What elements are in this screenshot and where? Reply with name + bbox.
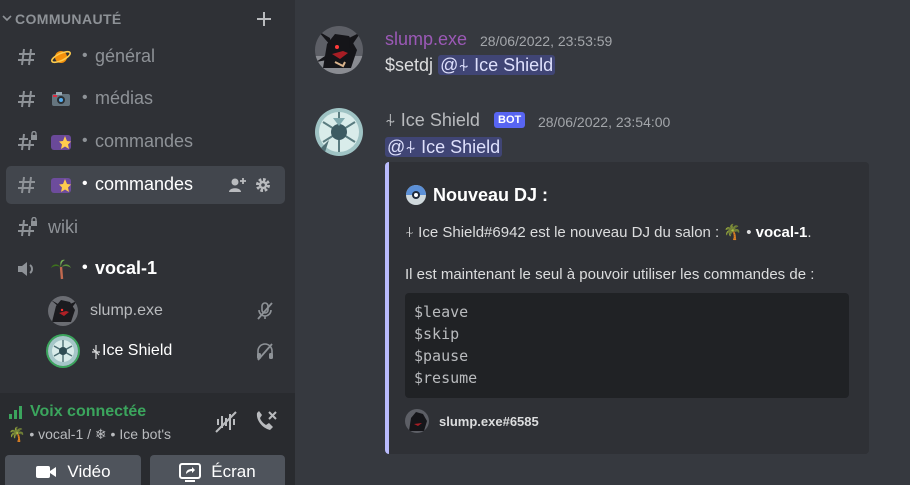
disconnect-icon[interactable]	[252, 409, 278, 435]
gear-icon[interactable]	[254, 176, 272, 194]
screen-label: Écran	[211, 462, 256, 481]
channel-label: commandes	[95, 174, 194, 194]
code-line: $resume	[414, 369, 478, 387]
voice-channel-path: 🌴 • vocal-1 / ❄ • Ice bot's	[8, 426, 172, 442]
avatar[interactable]	[315, 108, 363, 156]
speaker-icon	[18, 262, 33, 276]
category-title: COMMUNAUTÉ	[15, 11, 122, 27]
avatar	[405, 409, 429, 433]
hash-icon	[18, 176, 35, 194]
invite-member-icon[interactable]	[228, 176, 246, 194]
shooting-star-icon	[51, 178, 71, 193]
voice-channel-vocal-1[interactable]: • vocal-1	[6, 250, 285, 288]
screen-share-button[interactable]: Écran	[150, 455, 285, 485]
message-author[interactable]: slump.exe	[385, 29, 467, 50]
message-author[interactable]: ⍭ Ice Shield	[385, 110, 480, 131]
chevron-down-icon	[2, 15, 12, 22]
channel-label: commandes	[95, 131, 194, 151]
command-text: $setdj	[385, 55, 434, 75]
embed-title: Nouveau DJ :	[405, 184, 548, 206]
channel-label: médias	[95, 88, 154, 108]
embed-text: .	[807, 224, 812, 241]
planet-icon	[51, 50, 71, 64]
channel-separator: •	[82, 259, 88, 276]
message-content: @⍭ Ice Shield	[385, 137, 503, 158]
embed-text: ⍭ Ice Shield#6942 est le nouveau DJ du s…	[405, 224, 756, 241]
palm-tree-icon	[51, 259, 71, 280]
channel-separator: •	[82, 89, 88, 106]
channel-label: wiki	[48, 217, 78, 237]
message-content: $setdj @⍭ Ice Shield	[385, 55, 556, 76]
voice-connection-panel: Voix connectée 🌴 • vocal-1 / ❄ • Ice bot…	[0, 393, 295, 485]
message-timestamp: 28/06/2022, 23:53:59	[480, 33, 613, 49]
user-mention[interactable]: @⍭ Ice Shield	[385, 137, 503, 157]
screen-share-icon	[179, 463, 202, 482]
voice-user-name: Ice Shield	[102, 342, 173, 359]
code-line: $skip	[414, 325, 460, 343]
code-line: $leave	[414, 303, 469, 321]
video-button[interactable]: Vidéo	[5, 455, 141, 485]
channel-general[interactable]: • général	[6, 38, 285, 76]
code-block: $leave $skip $pause $resume	[405, 293, 849, 398]
channel-separator: •	[82, 132, 88, 149]
embed-title-text: Nouveau DJ :	[433, 184, 549, 205]
channel-separator: •	[82, 175, 88, 192]
channel-separator: •	[82, 47, 88, 64]
avatar	[48, 296, 78, 326]
bot-glyph-icon	[92, 345, 100, 359]
channel-commandes-private[interactable]: • commandes	[6, 123, 285, 161]
message-timestamp: 28/06/2022, 23:54:00	[538, 114, 671, 130]
message-embed: Nouveau DJ : ⍭ Ice Shield#6942 est le no…	[385, 162, 869, 454]
avatar[interactable]	[315, 26, 363, 74]
embed-footer: slump.exe#6585	[405, 409, 539, 433]
hash-icon	[18, 48, 35, 66]
channel-label: vocal-1	[95, 258, 158, 278]
shooting-star-icon	[51, 135, 71, 150]
channel-wiki[interactable]: wiki	[6, 209, 285, 247]
noise-suppression-icon[interactable]	[213, 409, 239, 435]
chat-area: slump.exe 28/06/2022, 23:53:59 $setdj @⍭…	[295, 0, 910, 485]
channel-medias[interactable]: • médias	[6, 80, 285, 118]
headphones-muted-icon	[257, 343, 273, 361]
embed-footer-text: slump.exe#6585	[439, 413, 539, 429]
channel-commandes-active[interactable]: • commandes	[6, 166, 285, 204]
hash-lock-icon	[18, 217, 37, 237]
disc-icon	[406, 185, 426, 205]
embed-description-line2: Il est maintenant le seul à pouvoir util…	[405, 266, 815, 283]
camera-icon	[36, 466, 57, 478]
channel-sidebar: COMMUNAUTÉ • général • médias • commande…	[0, 0, 295, 485]
category-header[interactable]: COMMUNAUTÉ	[0, 8, 295, 32]
mic-muted-icon	[257, 302, 273, 320]
avatar	[48, 336, 78, 366]
camera-icon	[52, 92, 70, 106]
embed-description-line1: ⍭ Ice Shield#6942 est le nouveau DJ du s…	[405, 223, 812, 241]
voice-user-ice-shield[interactable]: Ice Shield	[48, 334, 283, 368]
voice-user-slump[interactable]: slump.exe	[48, 294, 283, 328]
voice-user-name: slump.exe	[90, 302, 163, 319]
bot-badge: BOT	[494, 112, 526, 128]
user-mention[interactable]: @⍭ Ice Shield	[438, 55, 556, 75]
voice-status[interactable]: Voix connectée	[8, 403, 146, 421]
video-label: Vidéo	[67, 462, 111, 481]
voice-status-text: Voix connectée	[30, 403, 147, 420]
add-channel-icon[interactable]	[255, 10, 273, 28]
channel-label: général	[95, 46, 156, 66]
signal-bars-icon	[9, 406, 22, 419]
hash-icon	[18, 90, 35, 108]
channel-mention[interactable]: vocal-1	[756, 224, 808, 241]
hash-lock-icon	[18, 131, 37, 151]
code-line: $pause	[414, 347, 469, 365]
